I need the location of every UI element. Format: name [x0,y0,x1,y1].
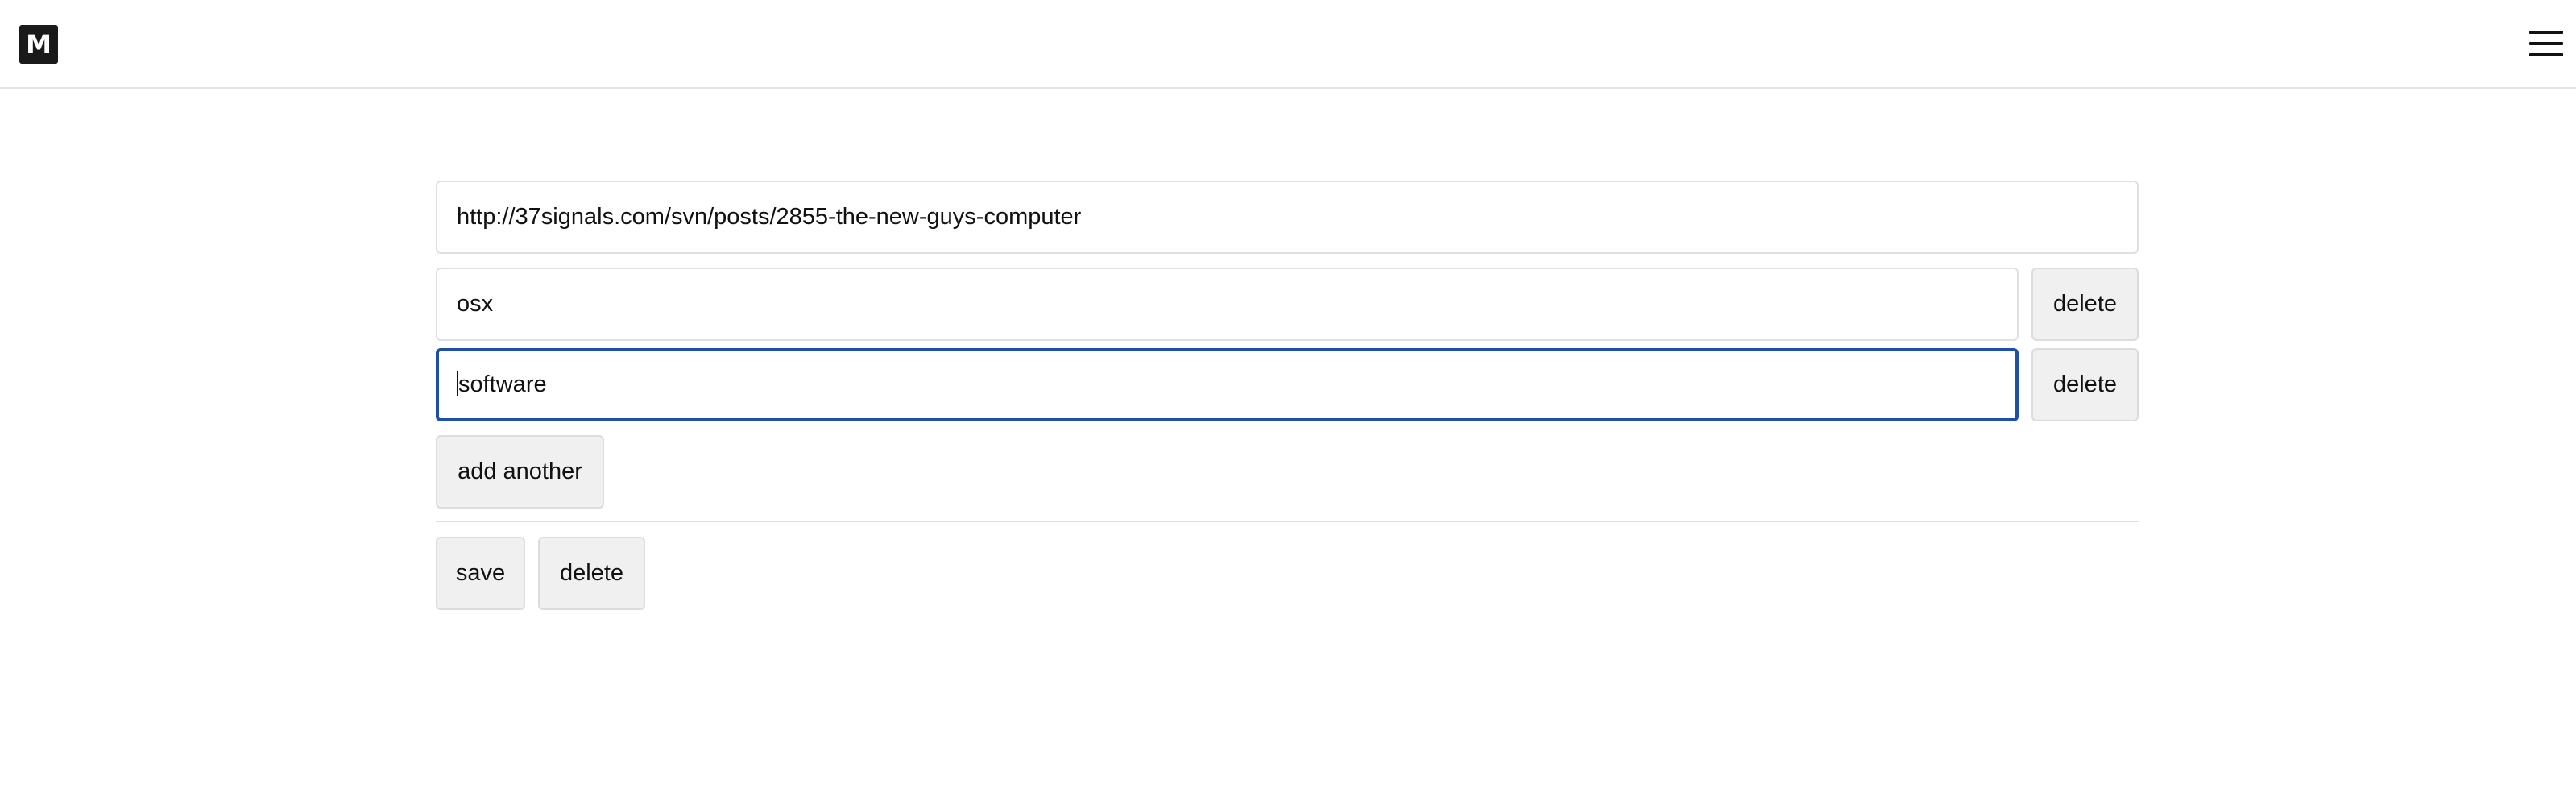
add-another-button[interactable]: add another [436,435,604,509]
tag-input-osx[interactable]: osx [436,268,2019,341]
hamburger-menu-icon[interactable] [2529,29,2563,58]
tag-input-software[interactable]: software [436,348,2019,421]
tag-input-value: software [458,372,547,397]
delete-tag-button[interactable]: delete [2031,268,2139,341]
top-bar: M [0,0,2576,89]
url-input[interactable]: http://37signals.com/svn/posts/2855-the-… [436,181,2139,254]
delete-button[interactable]: delete [538,537,645,610]
delete-tag-button[interactable]: delete [2031,348,2139,421]
divider [436,521,2139,522]
save-button[interactable]: save [436,537,525,610]
logo[interactable]: M [19,25,58,64]
